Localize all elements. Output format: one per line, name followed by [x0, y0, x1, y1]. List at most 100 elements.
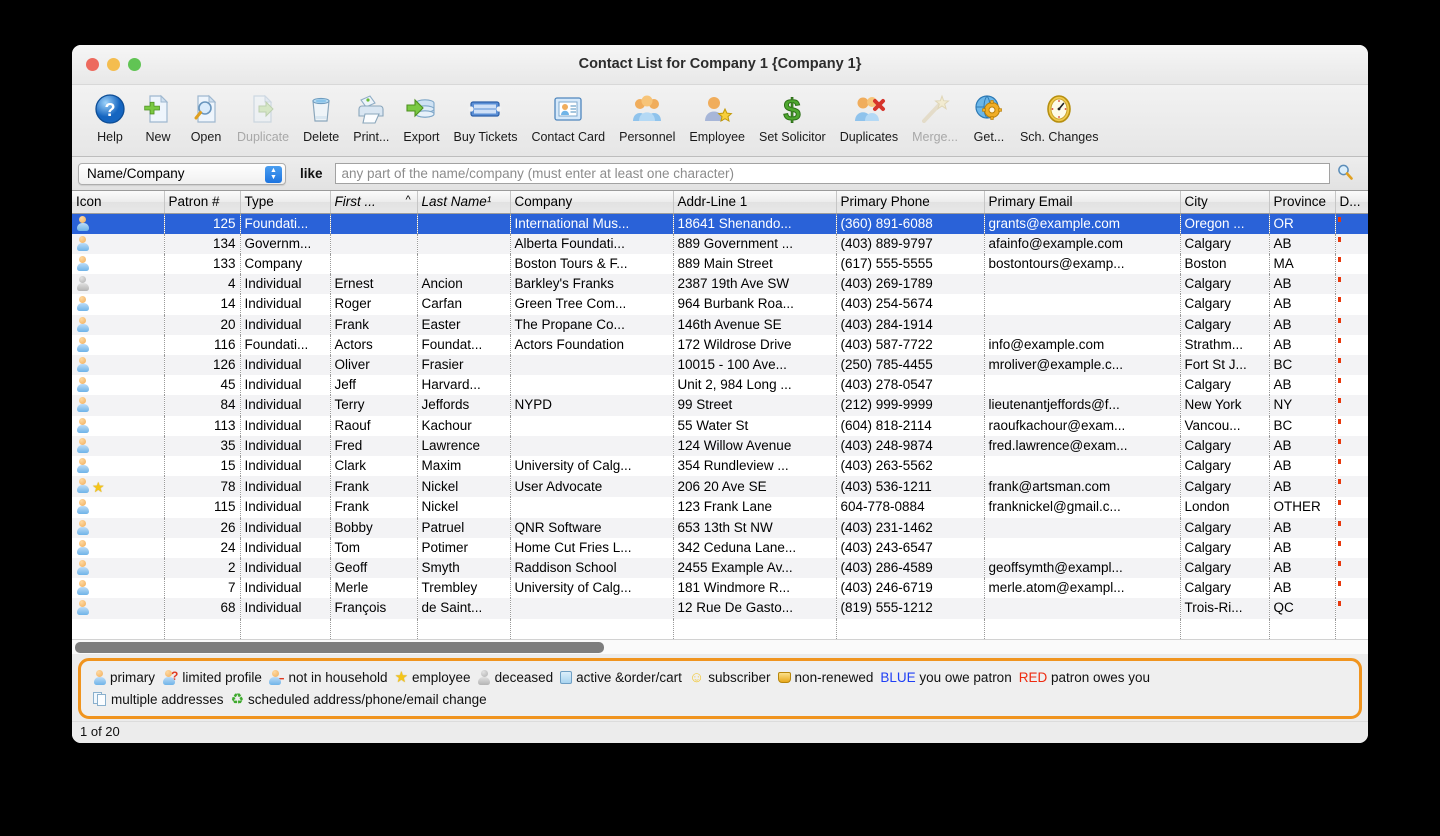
legend-item-label: patron owes you: [1050, 670, 1151, 685]
toolbar-button-open[interactable]: Open: [182, 89, 230, 144]
person-gray-icon: [478, 670, 491, 685]
cell-email: franknickel@gmail.c...: [984, 497, 1181, 518]
toolbar-label: Duplicates: [839, 130, 899, 144]
cell-addr: Unit 2, 984 Long ...: [673, 375, 837, 396]
cell-email: fred.lawrence@exam...: [984, 435, 1181, 456]
person-icon: [76, 417, 89, 433]
cell-company: The Propane Co...: [510, 314, 674, 335]
cell-city: Calgary: [1180, 233, 1270, 254]
table-row[interactable]: ★ 78 Individual Frank Nickel User Advocate 206…: [72, 476, 1368, 498]
horizontal-scrollbar[interactable]: [72, 639, 1368, 654]
cell-company: University of Calg...: [510, 455, 674, 477]
cell-patron: 2: [164, 557, 241, 579]
cell-patron: 133: [164, 253, 241, 275]
cell-phone: (403) 536-1211: [836, 476, 985, 498]
cell-d: [1335, 476, 1368, 498]
table-row[interactable]: 133 Company Boston Tours & F... 889 Main St…: [72, 253, 1368, 275]
toolbar-button-personnel[interactable]: Personnel: [612, 89, 682, 144]
person-icon: [76, 519, 89, 535]
cell-addr: 18641 Shenando...: [673, 213, 837, 234]
cell-addr: 206 20 Ave SE: [673, 476, 837, 498]
column-header-company[interactable]: Company: [510, 191, 674, 214]
column-header-addr[interactable]: Addr-Line 1: [673, 191, 837, 214]
toolbar-button-new[interactable]: New: [134, 89, 182, 144]
toolbar-button-set-solicitor[interactable]: $ Set Solicitor: [752, 89, 833, 144]
toolbar-button-export[interactable]: Export: [396, 89, 446, 144]
change-marker-icon: [1337, 418, 1341, 424]
change-marker-icon: [1337, 337, 1341, 343]
column-header-icon[interactable]: Icon: [72, 191, 165, 214]
column-header-patron[interactable]: Patron #: [164, 191, 241, 214]
column-header-last[interactable]: Last Name¹: [417, 191, 511, 214]
change-marker-icon: [1337, 216, 1341, 222]
cell-type: Individual: [240, 455, 331, 477]
toolbar-button-help[interactable]: ? Help: [86, 89, 134, 144]
table-row[interactable]: 26 Individual Bobby Patruel QNR Software 653 …: [72, 517, 1368, 538]
column-header-first[interactable]: First ... ^: [330, 191, 418, 214]
table-row[interactable]: 2 Individual Geoff Smyth Raddison School 2455…: [72, 557, 1368, 579]
toolbar-button-print[interactable]: Print...: [346, 89, 396, 144]
column-header-label: Province: [1273, 193, 1327, 209]
change-marker-icon: [1337, 277, 1341, 283]
table-row[interactable]: 24 Individual Tom Potimer Home Cut Fries L..…: [72, 537, 1368, 558]
cell-d: [1335, 334, 1368, 355]
column-header-label: First ...: [334, 193, 376, 209]
toolbar-button-get[interactable]: Get...: [965, 89, 1013, 144]
table-row[interactable]: 125 Foundati... International Mus... 18641 …: [72, 213, 1368, 234]
table-row[interactable]: 35 Individual Fred Lawrence 124 Willow Avenu…: [72, 435, 1368, 456]
table-row[interactable]: 84 Individual Terry Jeffords NYPD 99 Street (2…: [72, 395, 1368, 416]
cell-d: [1335, 274, 1368, 295]
toolbar-button-duplicates[interactable]: Duplicates: [833, 89, 905, 144]
toolbar-button-employee[interactable]: Employee: [682, 89, 752, 144]
cell-email: lieutenantjeffords@f...: [984, 395, 1181, 416]
legend-item: RED patron owes you: [1019, 670, 1150, 685]
table-row[interactable]: 126 Individual Oliver Frasier 10015 - 100 Av…: [72, 354, 1368, 376]
toolbar-button-contact-card[interactable]: Contact Card: [524, 89, 612, 144]
cell-city: Calgary: [1180, 435, 1270, 456]
cell-icon: [72, 334, 165, 355]
cell-province: AB: [1269, 233, 1336, 254]
cell-email: info@example.com: [984, 334, 1181, 355]
cell-province: AB: [1269, 294, 1336, 315]
recycle-icon: ♻: [230, 691, 245, 708]
cell-email: bostontours@examp...: [984, 253, 1181, 275]
cell-icon: [72, 598, 165, 619]
table-row[interactable]: 68 Individual François de Saint... 12 Rue De…: [72, 598, 1368, 619]
cell-addr: 354 Rundleview ...: [673, 455, 837, 477]
cell-d: [1335, 375, 1368, 396]
toolbar-button-sch-changes[interactable]: Sch. Changes: [1013, 89, 1106, 144]
cell-patron: 14: [164, 294, 241, 315]
search-field-select[interactable]: Name/Company ▲ ▼: [78, 162, 286, 185]
table-row[interactable]: 20 Individual Frank Easter The Propane Co...…: [72, 314, 1368, 335]
table-row[interactable]: 7 Individual Merle Trembley University of Ca…: [72, 578, 1368, 599]
table-row[interactable]: 14 Individual Roger Carfan Green Tree Com...…: [72, 294, 1368, 315]
cell-patron: 20: [164, 314, 241, 335]
person-icon: [76, 499, 89, 515]
magnifier-icon[interactable]: [1330, 163, 1360, 185]
table-row[interactable]: 115 Individual Frank Nickel 123 Frank Lane 60…: [72, 497, 1368, 518]
table-row[interactable]: 113 Individual Raouf Kachour 55 Water St (604…: [72, 415, 1368, 436]
cell-addr: 12 Rue De Gasto...: [673, 598, 837, 619]
toolbar-button-duplicate[interactable]: Duplicate: [230, 89, 296, 144]
column-header-type[interactable]: Type: [240, 191, 331, 214]
table-row[interactable]: 4 Individual Ernest Ancion Barkley's Franks 2…: [72, 274, 1368, 295]
column-header-city[interactable]: City: [1180, 191, 1270, 214]
cell-empty: [1269, 618, 1336, 639]
table-row[interactable]: 15 Individual Clark Maxim University of Calg…: [72, 455, 1368, 477]
toolbar-button-buy-tickets[interactable]: Buy Tickets: [447, 89, 525, 144]
scrollbar-thumb[interactable]: [75, 642, 604, 653]
cell-city: Calgary: [1180, 557, 1270, 579]
cell-last: Lawrence: [417, 435, 511, 456]
search-input[interactable]: any part of the name/company (must enter…: [334, 163, 1330, 184]
table-row[interactable]: 134 Governm... Alberta Foundati... 889 Gove…: [72, 233, 1368, 254]
column-header-d[interactable]: D...: [1335, 191, 1368, 214]
column-header-province[interactable]: Province: [1269, 191, 1336, 214]
table-row[interactable]: 45 Individual Jeff Harvard... Unit 2, 984 Lo…: [72, 375, 1368, 396]
cell-patron: 126: [164, 354, 241, 376]
cell-province: NY: [1269, 395, 1336, 416]
column-header-phone[interactable]: Primary Phone: [836, 191, 985, 214]
toolbar-button-delete[interactable]: Delete: [296, 89, 346, 144]
column-header-email[interactable]: Primary Email: [984, 191, 1181, 214]
toolbar-button-merge[interactable]: Merge...: [905, 89, 965, 144]
table-row[interactable]: 116 Foundati... Actors Foundat... Actors Fou…: [72, 334, 1368, 355]
